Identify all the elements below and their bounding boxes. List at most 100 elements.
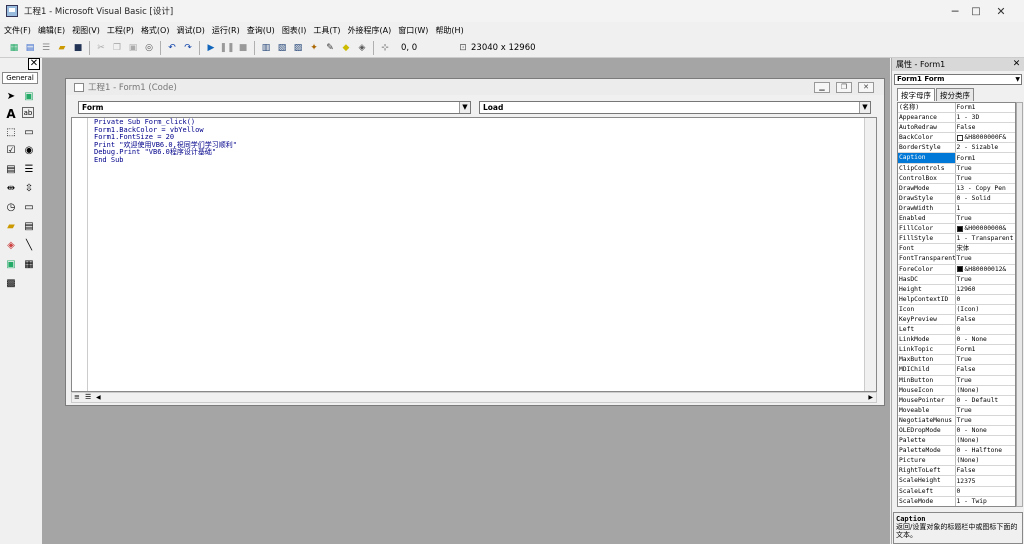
property-value[interactable]: (Icon) bbox=[956, 305, 1015, 314]
property-name[interactable]: Icon bbox=[898, 304, 956, 314]
property-name[interactable]: ForeColor bbox=[898, 264, 956, 274]
image-tool-icon[interactable]: ▣ bbox=[4, 257, 18, 271]
property-value[interactable]: True bbox=[956, 214, 1015, 223]
property-name[interactable]: FillStyle bbox=[898, 234, 956, 244]
frame-tool-icon[interactable]: ⬚ bbox=[4, 125, 18, 139]
property-value[interactable]: &H8000000F& bbox=[956, 133, 1015, 142]
property-row[interactable]: ControlBox True bbox=[898, 173, 1015, 184]
property-name[interactable]: ScaleHeight bbox=[898, 476, 956, 486]
property-row[interactable]: ForeColor &H80000012& bbox=[898, 264, 1015, 275]
property-name[interactable]: DrawStyle bbox=[898, 193, 956, 203]
property-value[interactable]: True bbox=[956, 416, 1015, 425]
property-row[interactable]: LinkTopic Form1 bbox=[898, 345, 1015, 356]
code-vertical-scrollbar[interactable] bbox=[864, 118, 876, 391]
picturebox-tool-icon[interactable]: ▣ bbox=[22, 89, 36, 103]
property-row[interactable]: Left 0 bbox=[898, 325, 1015, 336]
checkbox-tool-icon[interactable]: ☑ bbox=[4, 143, 18, 157]
property-name[interactable]: AutoRedraw bbox=[898, 123, 956, 133]
property-row[interactable]: Enabled True bbox=[898, 214, 1015, 225]
property-name[interactable]: ControlBox bbox=[898, 173, 956, 183]
pointer-tool-icon[interactable]: ➤ bbox=[4, 89, 18, 103]
property-name[interactable]: MinButton bbox=[898, 375, 956, 385]
property-row[interactable]: FontTransparent True bbox=[898, 254, 1015, 265]
code-horizontal-scrollbar[interactable]: ≡ ☰ ◀ ▶ bbox=[71, 392, 877, 403]
property-row[interactable]: ScaleMode 1 - Twip bbox=[898, 496, 1015, 506]
property-value[interactable]: 13 - Copy Pen bbox=[956, 184, 1015, 193]
listbox-tool-icon[interactable]: ☰ bbox=[22, 162, 36, 176]
property-row[interactable]: NegotiateMenus True bbox=[898, 415, 1015, 426]
property-name[interactable]: Height bbox=[898, 284, 956, 294]
commandbutton-tool-icon[interactable]: ▭ bbox=[22, 125, 36, 139]
property-row[interactable]: Caption Form1 bbox=[898, 153, 1015, 164]
property-name[interactable]: RightToLeft bbox=[898, 466, 956, 476]
break-icon[interactable]: ❚❚ bbox=[219, 42, 234, 54]
property-value[interactable]: 宋体 bbox=[956, 244, 1015, 253]
code-line[interactable]: End Sub bbox=[94, 156, 237, 165]
menu-window[interactable]: 窗口(W) bbox=[398, 25, 428, 36]
procedure-view-icon[interactable]: ≡ bbox=[74, 393, 80, 401]
toolbox-icon[interactable]: ✎ bbox=[324, 42, 336, 54]
scroll-right-icon[interactable]: ▶ bbox=[868, 394, 873, 401]
end-icon[interactable]: ■ bbox=[237, 42, 249, 54]
property-name[interactable]: PaletteMode bbox=[898, 446, 956, 456]
property-row[interactable]: BackColor &H8000000F& bbox=[898, 133, 1015, 144]
property-name[interactable]: Appearance bbox=[898, 113, 956, 123]
property-row[interactable]: ClipControls True bbox=[898, 163, 1015, 174]
property-value[interactable]: True bbox=[956, 275, 1015, 284]
property-row[interactable]: MousePointer 0 - Default bbox=[898, 395, 1015, 406]
property-row[interactable]: Font 宋体 bbox=[898, 244, 1015, 255]
property-name[interactable]: Left bbox=[898, 325, 956, 335]
code-editor[interactable]: Private Sub Form_click() Form1.BackColor… bbox=[71, 117, 877, 392]
property-name[interactable]: LinkTopic bbox=[898, 345, 956, 355]
code-minimize-button[interactable]: ▁ bbox=[814, 82, 830, 93]
property-row[interactable]: OLEDropMode 0 - None bbox=[898, 426, 1015, 437]
property-name[interactable]: Picture bbox=[898, 456, 956, 466]
property-row[interactable]: KeyPreview False bbox=[898, 314, 1015, 326]
property-name[interactable]: KeyPreview bbox=[898, 314, 956, 325]
cut-icon[interactable]: ✂ bbox=[95, 42, 107, 54]
object-browser-icon[interactable]: ✦ bbox=[308, 42, 320, 54]
combobox-tool-icon[interactable]: ▤ bbox=[4, 162, 18, 176]
menu-query[interactable]: 查询(U) bbox=[247, 25, 275, 36]
property-row[interactable]: Moveable True bbox=[898, 405, 1015, 416]
optionbutton-tool-icon[interactable]: ◉ bbox=[22, 143, 36, 157]
procedure-combobox[interactable]: Load ▼ bbox=[479, 101, 871, 114]
property-value[interactable]: False bbox=[956, 123, 1015, 132]
property-row[interactable]: MouseIcon (None) bbox=[898, 385, 1015, 396]
toolbox-general-tab[interactable]: General bbox=[2, 72, 38, 84]
property-value[interactable]: 12960 bbox=[956, 285, 1015, 294]
property-row[interactable]: Palette (None) bbox=[898, 436, 1015, 447]
property-name[interactable]: LinkMode bbox=[898, 335, 956, 345]
property-row[interactable]: LinkMode 0 - None bbox=[898, 335, 1015, 346]
property-name[interactable]: HelpContextID bbox=[898, 294, 956, 304]
property-value[interactable]: 0 - None bbox=[956, 426, 1015, 435]
menu-edit[interactable]: 编辑(E) bbox=[38, 25, 65, 36]
menu-format[interactable]: 格式(O) bbox=[141, 25, 170, 36]
property-value[interactable]: True bbox=[956, 174, 1015, 183]
property-row[interactable]: MaxButton True bbox=[898, 355, 1015, 366]
property-name[interactable]: Caption bbox=[898, 153, 956, 163]
property-value[interactable]: (None) bbox=[956, 456, 1015, 465]
property-row[interactable]: FillStyle 1 - Transparent bbox=[898, 234, 1015, 245]
property-row[interactable]: Height 12960 bbox=[898, 284, 1015, 295]
property-name[interactable]: ClipControls bbox=[898, 163, 956, 173]
add-form-icon[interactable]: ▤ bbox=[24, 42, 36, 54]
property-row[interactable]: Icon (Icon) bbox=[898, 304, 1015, 315]
property-value[interactable]: Form1 bbox=[956, 103, 1015, 112]
property-value[interactable]: (None) bbox=[956, 436, 1015, 445]
full-module-view-icon[interactable]: ☰ bbox=[85, 393, 91, 401]
save-project-icon[interactable]: ■ bbox=[72, 42, 84, 54]
redo-icon[interactable]: ↷ bbox=[182, 42, 194, 54]
tab-alphabetic[interactable]: 按字母序 bbox=[897, 88, 935, 101]
drivelistbox-tool-icon[interactable]: ▭ bbox=[22, 200, 36, 214]
properties-close-button[interactable]: ✕ bbox=[1011, 59, 1022, 70]
property-name[interactable]: DrawWidth bbox=[898, 203, 956, 214]
properties-window-icon[interactable]: ▧ bbox=[276, 42, 288, 54]
chevron-down-icon[interactable]: ▼ bbox=[459, 102, 470, 113]
object-combobox[interactable]: Form ▼ bbox=[78, 101, 471, 114]
undo-icon[interactable]: ↶ bbox=[166, 42, 178, 54]
form-layout-icon[interactable]: ▨ bbox=[292, 42, 304, 54]
property-name[interactable]: FontTransparent bbox=[898, 254, 956, 264]
property-value[interactable]: True bbox=[956, 355, 1015, 364]
property-value[interactable]: 1 - Transparent bbox=[956, 234, 1015, 243]
